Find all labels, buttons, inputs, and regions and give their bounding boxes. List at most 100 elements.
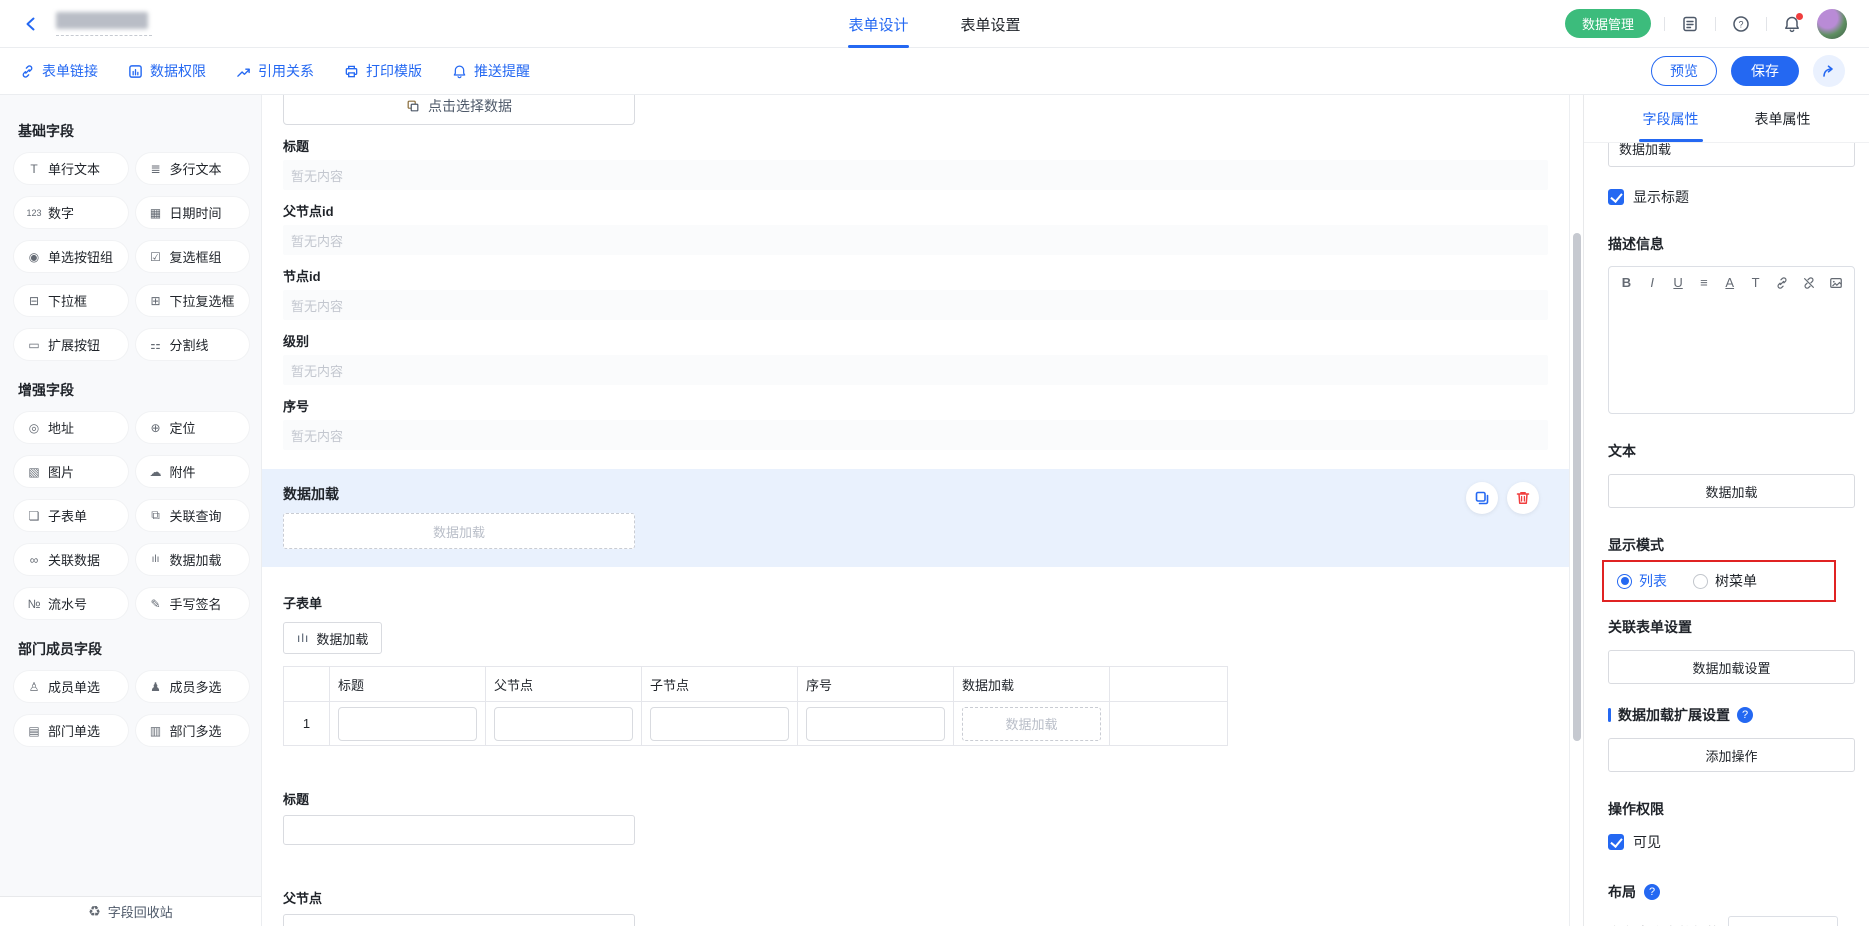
tab-form-settings[interactable]: 表单设置 — [961, 0, 1021, 48]
field-item-member-multi[interactable]: ♟成员多选 — [136, 671, 250, 702]
preview-button[interactable]: 预览 — [1651, 56, 1717, 86]
visible-checkbox[interactable]: 可见 — [1608, 832, 1855, 852]
field-item-single-line-text[interactable]: T单行文本 — [14, 153, 128, 184]
notification-bell-icon[interactable] — [1780, 12, 1804, 36]
copy-field-button[interactable] — [1466, 482, 1498, 514]
field-item-relation-data[interactable]: ∞关联数据 — [14, 544, 128, 575]
field-item-member-single[interactable]: ♙成员单选 — [14, 671, 128, 702]
field-item-radio-group[interactable]: ◉单选按钮组 — [14, 241, 128, 272]
canvas-scrollbar[interactable] — [1569, 95, 1583, 926]
field-item-label: 成员单选 — [48, 677, 100, 696]
add-action-button[interactable]: 添加操作 — [1608, 738, 1855, 772]
subform-data-load-button[interactable]: ılı 数据加载 — [283, 622, 382, 654]
field-item-image[interactable]: ▧图片 — [14, 456, 128, 487]
canvas-field-parent-node-id[interactable]: 父节点id 暂无内容 — [283, 201, 1548, 255]
field-item-attachment[interactable]: ☁附件 — [136, 456, 250, 487]
select-data-button[interactable]: 点击选择数据 — [283, 95, 635, 125]
insert-image-icon[interactable] — [1829, 276, 1843, 290]
tab-form-properties[interactable]: 表单属性 — [1755, 95, 1811, 142]
canvas-scrollbar-thumb[interactable] — [1573, 233, 1581, 741]
field-item-divider-line[interactable]: ⚏分割线 — [136, 329, 250, 360]
canvas-field-title[interactable]: 标题 暂无内容 — [283, 136, 1548, 190]
row-seq-input[interactable] — [806, 707, 945, 741]
field-name-input[interactable]: 数据加载 — [1608, 143, 1855, 167]
delete-field-button[interactable] — [1507, 482, 1539, 514]
canvas-field-bottom-title[interactable]: 标题 — [283, 789, 1548, 845]
field-item-dept-single[interactable]: ▤部门单选 — [14, 715, 128, 746]
selected-field-data-load[interactable]: 数据加载 数据加载 — [262, 469, 1569, 567]
calendar-icon: ▦ — [146, 206, 166, 220]
row-data-load-button[interactable]: 数据加载 — [962, 707, 1101, 741]
radio-list-option[interactable]: 列表 — [1617, 571, 1667, 591]
show-title-checkbox[interactable]: 显示标题 — [1608, 187, 1855, 207]
tab-field-properties[interactable]: 字段属性 — [1643, 95, 1699, 142]
field-item-serial-number[interactable]: №流水号 — [14, 588, 128, 619]
text-value-input[interactable]: 数据加载 — [1608, 474, 1855, 508]
form-canvas[interactable]: 点击选择数据 标题 暂无内容 父节点id 暂无内容 节点id 暂无内容 级别 暂… — [262, 95, 1569, 926]
field-width-row: 字段宽度占整行的 全部 — [1608, 916, 1855, 926]
form-link-button[interactable]: 表单链接 — [20, 61, 98, 81]
form-title[interactable] — [44, 12, 152, 36]
save-button[interactable]: 保存 — [1731, 56, 1799, 86]
avatar[interactable] — [1817, 9, 1847, 39]
field-item-checkbox-group[interactable]: ☑复选框组 — [136, 241, 250, 272]
field-item-label: 下拉框 — [48, 291, 87, 310]
field-item-dropdown-multi[interactable]: ⊞下拉复选框 — [136, 285, 250, 316]
bottom-parent-node-input[interactable] — [283, 914, 635, 926]
field-width-select[interactable]: 全部 — [1728, 916, 1838, 926]
data-load-settings-button[interactable]: 数据加载设置 — [1608, 650, 1855, 684]
data-manage-button[interactable]: 数据管理 — [1565, 9, 1651, 38]
canvas-field-bottom-parent-node[interactable]: 父节点 — [283, 888, 1548, 926]
print-template-button[interactable]: 打印模版 — [344, 61, 422, 81]
insert-link-icon[interactable] — [1775, 276, 1789, 290]
font-color-icon[interactable]: A — [1723, 275, 1736, 290]
field-item-geolocation[interactable]: ⊕定位 — [136, 412, 250, 443]
basic-fields-grid: T单行文本 ≣多行文本 123数字 ▦日期时间 ◉单选按钮组 ☑复选框组 ⊟下拉… — [14, 153, 249, 360]
field-item-extend-button[interactable]: ▭扩展按钮 — [14, 329, 128, 360]
field-item-signature[interactable]: ✎手写签名 — [136, 588, 250, 619]
field-item-data-load[interactable]: ılı数据加载 — [136, 544, 250, 575]
docs-icon[interactable] — [1678, 12, 1702, 36]
field-item-relation-query[interactable]: ⧉关联查询 — [136, 500, 250, 531]
image-icon: ▧ — [24, 465, 44, 479]
tab-form-design[interactable]: 表单设计 — [848, 0, 908, 48]
bar-chart-icon: ılı — [146, 554, 166, 565]
align-icon[interactable]: ≡ — [1697, 275, 1710, 290]
reference-relation-button[interactable]: 引用关系 — [236, 61, 314, 81]
field-item-datetime[interactable]: ▦日期时间 — [136, 197, 250, 228]
svg-text:?: ? — [1738, 19, 1743, 29]
data-load-placeholder-button[interactable]: 数据加载 — [283, 513, 635, 549]
editor-content-area[interactable] — [1609, 296, 1854, 402]
font-size-icon[interactable]: T — [1749, 275, 1762, 290]
radio-tree-menu-option[interactable]: 树菜单 — [1693, 571, 1757, 591]
row-child-node-input[interactable] — [650, 707, 789, 741]
field-item-address[interactable]: ◎地址 — [14, 412, 128, 443]
row-parent-node-input[interactable] — [494, 707, 633, 741]
canvas-field-level[interactable]: 级别 暂无内容 — [283, 331, 1548, 385]
bottom-title-input[interactable] — [283, 815, 635, 845]
italic-icon[interactable]: I — [1646, 275, 1659, 290]
help-circle-icon[interactable]: ? — [1737, 707, 1753, 723]
field-item-dept-multi[interactable]: ▥部门多选 — [136, 715, 250, 746]
field-label: 级别 — [283, 331, 1548, 350]
data-permission-button[interactable]: 数据权限 — [128, 61, 206, 81]
field-item-multi-line-text[interactable]: ≣多行文本 — [136, 153, 250, 184]
field-recycle-bin-button[interactable]: ♻ 字段回收站 — [0, 896, 261, 926]
help-circle-icon[interactable]: ? — [1644, 884, 1660, 900]
remove-link-icon[interactable] — [1802, 276, 1816, 290]
share-button[interactable] — [1813, 55, 1845, 87]
field-item-subform[interactable]: ❏子表单 — [14, 500, 128, 531]
canvas-field-node-id[interactable]: 节点id 暂无内容 — [283, 266, 1548, 320]
underline-icon[interactable]: U — [1672, 275, 1685, 290]
field-item-number[interactable]: 123数字 — [14, 197, 128, 228]
canvas-field-seq[interactable]: 序号 暂无内容 — [283, 396, 1548, 450]
help-icon[interactable]: ? — [1729, 12, 1753, 36]
field-item-label: 手写签名 — [170, 594, 222, 613]
push-reminder-button[interactable]: 推送提醒 — [452, 61, 530, 81]
divider — [1715, 17, 1716, 31]
data-permission-label: 数据权限 — [150, 61, 206, 81]
row-title-input[interactable] — [338, 707, 477, 741]
field-item-dropdown[interactable]: ⊟下拉框 — [14, 285, 128, 316]
bold-icon[interactable]: B — [1620, 275, 1633, 290]
back-button[interactable] — [18, 11, 44, 37]
